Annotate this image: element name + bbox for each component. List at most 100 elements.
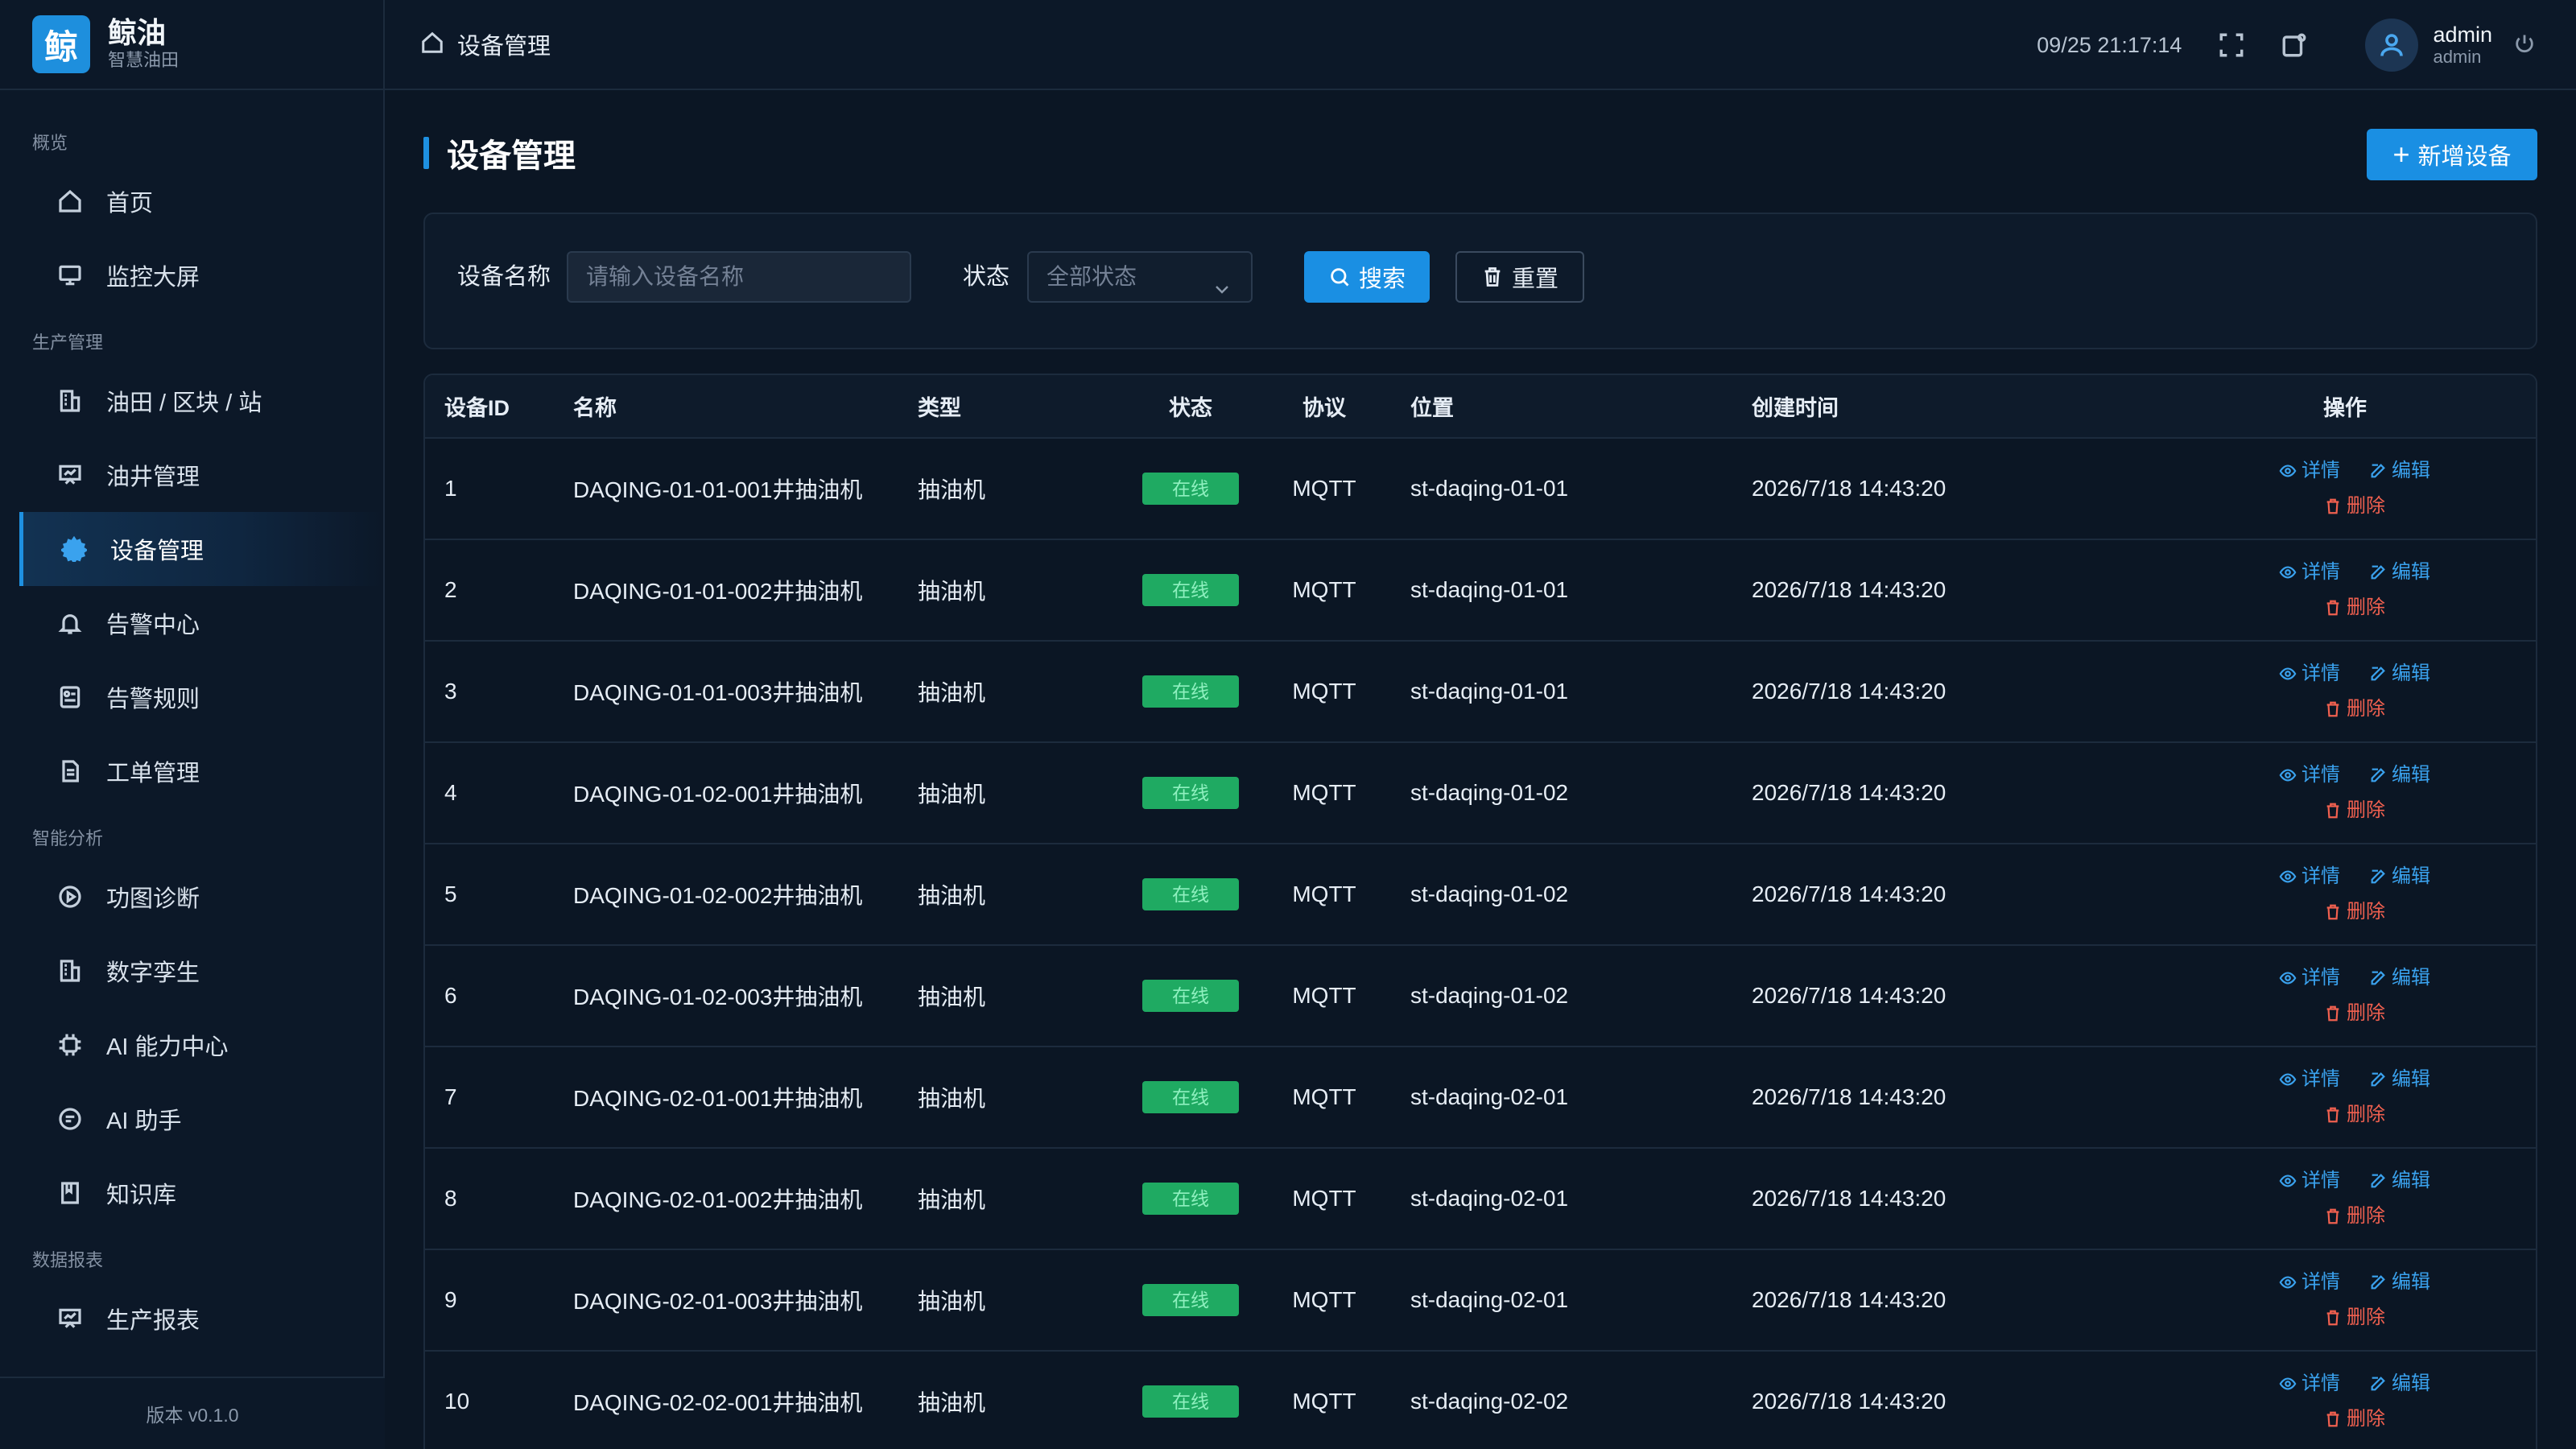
detail-button[interactable]: 详情 bbox=[2279, 1366, 2340, 1402]
detail-button[interactable]: 详情 bbox=[2279, 1265, 2340, 1300]
eye-icon bbox=[2279, 1276, 2297, 1289]
edit-button[interactable]: 编辑 bbox=[2369, 1366, 2430, 1402]
detail-button[interactable]: 详情 bbox=[2279, 1163, 2340, 1199]
table-row: 3 DAQING-01-01-003井抽油机 抽油机 在线 MQTT st-daqing-… bbox=[425, 641, 2536, 743]
sidebar-item-label: 告警中心 bbox=[106, 613, 200, 638]
sidebar-item[interactable]: 油井管理 bbox=[0, 438, 383, 512]
status-badge: 在线 bbox=[1142, 1284, 1239, 1316]
clock-display: 09/25 21:17:14 bbox=[2037, 32, 2182, 57]
device-name-label: 设备名称 bbox=[457, 264, 551, 290]
edit-button[interactable]: 编辑 bbox=[2369, 453, 2430, 489]
cell-location: st-daqing-01-02 bbox=[1391, 945, 1732, 1047]
column-header-id[interactable]: 设备ID bbox=[425, 375, 554, 439]
home-icon[interactable] bbox=[420, 31, 444, 59]
notification-icon[interactable] bbox=[2278, 29, 2310, 61]
column-header-created[interactable]: 创建时间 bbox=[1732, 375, 2151, 439]
column-header-type[interactable]: 类型 bbox=[898, 375, 1124, 439]
sidebar-item[interactable]: 告警中心 bbox=[0, 586, 383, 660]
fullscreen-icon[interactable] bbox=[2215, 29, 2248, 61]
delete-label: 删除 bbox=[2347, 1104, 2385, 1125]
sidebar-item[interactable]: 告警规则 bbox=[0, 660, 383, 734]
delete-button[interactable]: 删除 bbox=[2324, 793, 2385, 828]
column-header-status[interactable]: 状态 bbox=[1124, 375, 1257, 439]
edit-button[interactable]: 编辑 bbox=[2369, 758, 2430, 793]
detail-button[interactable]: 详情 bbox=[2279, 453, 2340, 489]
delete-button[interactable]: 删除 bbox=[2324, 1402, 2385, 1437]
delete-button[interactable]: 删除 bbox=[2324, 691, 2385, 727]
sidebar-item-label: 知识库 bbox=[106, 1183, 177, 1208]
delete-button[interactable]: 删除 bbox=[2324, 1300, 2385, 1335]
cell-protocol: MQTT bbox=[1257, 438, 1391, 540]
sidebar-item[interactable]: 工单管理 bbox=[0, 734, 383, 808]
cell-name: DAQING-01-01-002井抽油机 bbox=[554, 539, 898, 642]
avatar[interactable] bbox=[2365, 19, 2419, 72]
detail-button[interactable]: 详情 bbox=[2279, 555, 2340, 590]
edit-icon bbox=[2371, 464, 2385, 478]
cell-protocol: MQTT bbox=[1257, 1351, 1391, 1449]
edit-button[interactable]: 编辑 bbox=[2369, 859, 2430, 894]
logout-icon[interactable] bbox=[2492, 32, 2536, 59]
brand[interactable]: 鲸 鲸油 智慧油田 bbox=[0, 0, 383, 90]
edit-button[interactable]: 编辑 bbox=[2369, 555, 2430, 590]
edit-button[interactable]: 编辑 bbox=[2369, 1062, 2430, 1097]
cell-status: 在线 bbox=[1124, 945, 1257, 1047]
table-row: 9 DAQING-02-01-003井抽油机 抽油机 在线 MQTT st-daqing-… bbox=[425, 1249, 2536, 1352]
delete-button[interactable]: 删除 bbox=[2324, 489, 2385, 524]
sidebar-item[interactable]: 生产报表 bbox=[0, 1282, 383, 1356]
eye-icon bbox=[2279, 1174, 2297, 1187]
detail-button[interactable]: 详情 bbox=[2279, 656, 2340, 691]
edit-button[interactable]: 编辑 bbox=[2369, 960, 2430, 996]
delete-button[interactable]: 删除 bbox=[2324, 590, 2385, 625]
sidebar-item[interactable]: 数字孪生 bbox=[0, 934, 383, 1008]
sidebar-item[interactable]: AI 能力中心 bbox=[0, 1008, 383, 1082]
column-header-location[interactable]: 位置 bbox=[1391, 375, 1732, 439]
brand-logo: 鲸 bbox=[32, 15, 90, 73]
delete-button[interactable]: 删除 bbox=[2324, 1097, 2385, 1133]
sidebar-item[interactable]: 油田 / 区块 / 站 bbox=[0, 364, 383, 438]
sidebar-item[interactable]: 知识库 bbox=[0, 1156, 383, 1230]
edit-icon bbox=[2371, 667, 2385, 681]
status-select[interactable]: 全部状态 bbox=[1027, 251, 1253, 303]
column-header-name[interactable]: 名称 bbox=[554, 375, 898, 439]
table-row: 4 DAQING-01-02-001井抽油机 抽油机 在线 MQTT st-daqing-… bbox=[425, 742, 2536, 844]
detail-label: 详情 bbox=[2301, 460, 2340, 481]
cell-name: DAQING-02-01-002井抽油机 bbox=[554, 1148, 898, 1250]
reset-button[interactable]: 重置 bbox=[1455, 251, 1584, 303]
cell-created: 2026/7/18 14:43:20 bbox=[1732, 641, 2151, 743]
delete-label: 删除 bbox=[2347, 1408, 2385, 1430]
delete-label: 删除 bbox=[2347, 1205, 2385, 1227]
cell-protocol: MQTT bbox=[1257, 539, 1391, 642]
edit-button[interactable]: 编辑 bbox=[2369, 656, 2430, 691]
delete-button[interactable]: 删除 bbox=[2324, 996, 2385, 1031]
sidebar-item[interactable]: 设备管理 bbox=[19, 512, 383, 586]
cell-status: 在线 bbox=[1124, 1046, 1257, 1149]
edit-button[interactable]: 编辑 bbox=[2369, 1163, 2430, 1199]
status-badge: 在线 bbox=[1142, 574, 1239, 606]
page-title-text: 设备管理 bbox=[447, 138, 576, 174]
detail-button[interactable]: 详情 bbox=[2279, 960, 2340, 996]
document-icon bbox=[56, 758, 84, 785]
column-header-protocol[interactable]: 协议 bbox=[1257, 375, 1391, 439]
sidebar-item[interactable]: 功图诊断 bbox=[0, 860, 383, 934]
device-name-input[interactable]: 请输入设备名称 bbox=[567, 251, 911, 303]
edit-button[interactable]: 编辑 bbox=[2369, 1265, 2430, 1300]
trash-icon bbox=[2326, 498, 2339, 514]
delete-button[interactable]: 删除 bbox=[2324, 894, 2385, 930]
sidebar-item-label: 告警规则 bbox=[106, 687, 200, 712]
detail-label: 详情 bbox=[2301, 764, 2340, 786]
detail-button[interactable]: 详情 bbox=[2279, 758, 2340, 793]
add-device-button[interactable]: + 新增设备 bbox=[2367, 129, 2537, 180]
delete-button[interactable]: 删除 bbox=[2324, 1199, 2385, 1234]
cell-location: st-daqing-01-02 bbox=[1391, 742, 1732, 844]
search-button[interactable]: 搜索 bbox=[1304, 251, 1430, 303]
user-name: admin bbox=[2433, 23, 2492, 47]
sidebar-item[interactable]: 首页 bbox=[0, 164, 383, 238]
sidebar-item[interactable]: 监控大屏 bbox=[0, 238, 383, 312]
detail-button[interactable]: 详情 bbox=[2279, 859, 2340, 894]
sidebar-item[interactable]: AI 助手 bbox=[0, 1082, 383, 1156]
user-info[interactable]: admin admin bbox=[2433, 23, 2492, 68]
cell-created: 2026/7/18 14:43:20 bbox=[1732, 438, 2151, 540]
detail-button[interactable]: 详情 bbox=[2279, 1062, 2340, 1097]
edit-label: 编辑 bbox=[2392, 865, 2430, 887]
cell-actions: 详情 编辑 删除 bbox=[2151, 945, 2536, 1047]
